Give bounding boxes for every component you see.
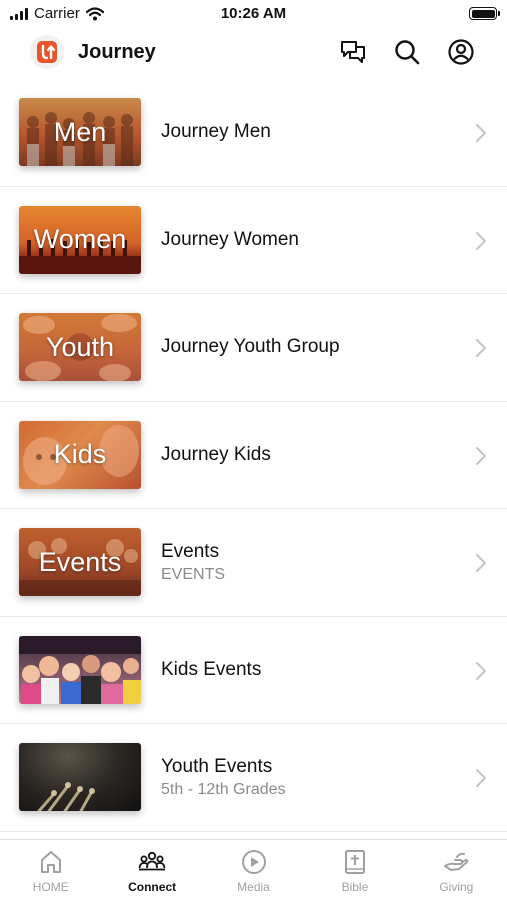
thumbnail-label: Youth	[45, 331, 115, 362]
thumbnail-label: Men	[53, 116, 107, 147]
list-item-title: Events	[161, 540, 220, 562]
status-time: 10:26 AM	[220, 5, 287, 22]
thumbnail-women: Women	[19, 205, 141, 274]
people-icon	[138, 851, 166, 871]
journey-logo-icon	[37, 41, 57, 63]
list-item-kids-events[interactable]: Kids Events	[0, 617, 507, 724]
thumbnail-kids-events	[19, 635, 141, 704]
chevron-right-icon	[476, 446, 486, 465]
thumbnail-kids: Kids	[19, 420, 141, 489]
list-item-subtitle: EVENTS	[161, 565, 226, 583]
tab-bar: HOME Connect Media Bible Giving	[0, 839, 507, 900]
play-icon	[241, 850, 266, 874]
chevron-right-icon	[476, 339, 486, 357]
app-header: Journey	[0, 28, 507, 80]
thumbnail-youth-events	[19, 743, 141, 811]
tab-media[interactable]: Media	[203, 840, 304, 900]
list-item-youth-events[interactable]: Youth Events 5th - 12th Grades	[0, 724, 507, 832]
tab-label: Giving	[439, 880, 474, 894]
search-icon[interactable]	[393, 38, 421, 66]
thumbnail-events: Events	[19, 528, 141, 596]
home-icon	[40, 851, 61, 873]
tab-label: Connect	[128, 880, 177, 894]
giving-hand-icon	[444, 852, 469, 871]
tab-label: Bible	[341, 880, 369, 894]
tab-giving[interactable]: Giving	[406, 840, 507, 900]
list-item-journey-kids[interactable]: Kids Journey Kids	[0, 402, 507, 509]
profile-icon[interactable]	[447, 38, 475, 66]
chevron-right-icon	[476, 554, 486, 572]
tab-label: HOME	[32, 880, 69, 894]
chevron-right-icon	[476, 661, 486, 680]
app-logo[interactable]	[30, 35, 64, 69]
status-bar: Carrier 10:26 AM	[0, 0, 507, 28]
list-item-subtitle: 5th - 12th Grades	[161, 780, 286, 798]
list-item-journey-men[interactable]: Men Journey Men	[0, 79, 507, 187]
chevron-right-icon	[476, 124, 486, 142]
thumbnail-label: Events	[38, 546, 122, 577]
tab-bible[interactable]: Bible	[304, 840, 405, 900]
list-item-events[interactable]: Events Events EVENTS	[0, 509, 507, 617]
list-item-title: Youth Events	[161, 755, 273, 777]
connect-list: Men Journey Men Women Journey Women Yout…	[0, 79, 507, 832]
list-item-title: Journey Kids	[161, 443, 271, 465]
battery-icon	[469, 7, 500, 20]
chat-icon[interactable]	[339, 38, 367, 66]
chevron-right-icon	[476, 769, 486, 787]
page-title: Journey	[78, 41, 156, 63]
thumbnail-label: Kids	[53, 439, 107, 469]
list-item-title: Kids Events	[161, 658, 262, 680]
list-item-title: Journey Youth Group	[161, 336, 340, 358]
list-item-journey-women[interactable]: Women Journey Women	[0, 187, 507, 294]
chevron-right-icon	[476, 231, 486, 250]
thumbnail-men: Men	[19, 98, 141, 166]
tab-connect[interactable]: Connect	[101, 840, 202, 900]
bible-icon	[344, 850, 365, 874]
thumbnail-youth: Youth	[19, 313, 141, 381]
list-item-title: Journey Men	[161, 121, 271, 143]
list-item-title: Journey Women	[161, 228, 299, 250]
tab-home[interactable]: HOME	[0, 840, 101, 900]
list-item-journey-youth-group[interactable]: Youth Journey Youth Group	[0, 294, 507, 402]
tab-label: Media	[237, 880, 270, 894]
thumbnail-label: Women	[33, 224, 127, 254]
